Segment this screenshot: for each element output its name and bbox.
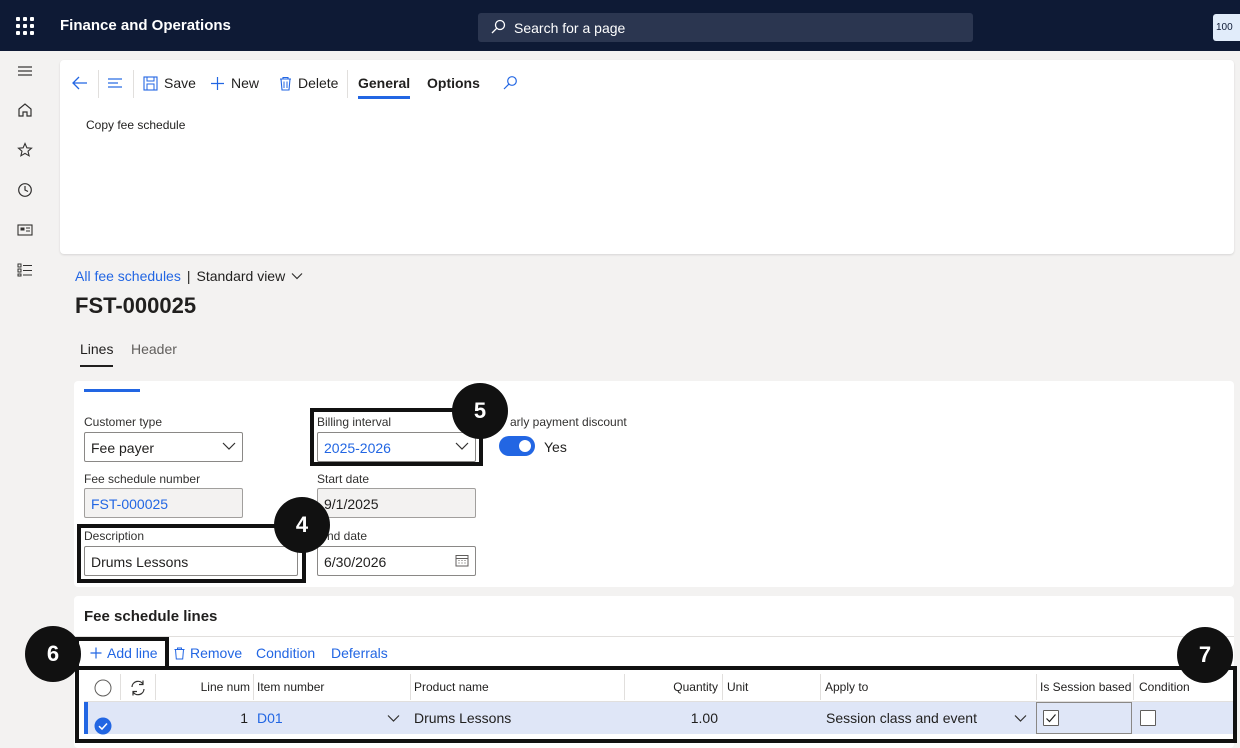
action-search-icon[interactable]: [502, 72, 518, 94]
modules-list-icon[interactable]: [14, 259, 36, 281]
app-launcher-icon[interactable]: [16, 17, 34, 35]
tab-options-label: Options: [427, 75, 480, 91]
page-title: FST-000025: [75, 293, 197, 318]
customer-type-select[interactable]: Fee payer: [84, 432, 243, 462]
toolbar-divider: [133, 70, 134, 98]
app-title: Finance and Operations: [60, 17, 231, 34]
condition-button[interactable]: Condition: [256, 645, 315, 661]
callout-badge-6: 6: [25, 626, 81, 682]
delete-button[interactable]: Delete: [279, 72, 338, 94]
user-badge[interactable]: 100: [1213, 14, 1240, 41]
toolbar-divider: [98, 70, 99, 98]
early-payment-discount-label: arly payment discount: [510, 415, 627, 429]
calendar-icon[interactable]: [455, 554, 469, 567]
chevron-down-icon: [222, 442, 236, 450]
chevron-down-icon[interactable]: [291, 272, 303, 280]
recent-clock-icon[interactable]: [14, 179, 36, 201]
save-icon: [143, 75, 158, 91]
home-icon[interactable]: [14, 99, 36, 121]
search-input[interactable]: [514, 18, 954, 38]
breadcrumb: All fee schedules | Standard view: [75, 268, 303, 284]
end-date-value: 6/30/2026: [324, 554, 387, 570]
callout-frame-lines-grid: [75, 666, 1237, 743]
search-box[interactable]: [478, 13, 973, 42]
end-date-label: nd date: [327, 529, 368, 543]
copy-fee-schedule-button[interactable]: Copy fee schedule: [86, 118, 185, 132]
new-label: New: [231, 75, 260, 91]
fee-schedule-number-label: Fee schedule number: [84, 472, 201, 486]
deferrals-button[interactable]: Deferrals: [331, 645, 388, 661]
lines-menu-icon[interactable]: [107, 72, 123, 94]
trash-icon: [174, 647, 185, 659]
tab-options[interactable]: Options: [427, 72, 480, 94]
view-selector[interactable]: Standard view: [196, 268, 285, 284]
divider: [74, 636, 1234, 637]
fee-schedule-number-value: FST-000025: [91, 496, 169, 512]
early-payment-discount-value: Yes: [544, 439, 567, 455]
section-title: Fee schedule lines: [84, 608, 218, 625]
tab-general-label: General: [358, 75, 411, 91]
workspaces-icon[interactable]: [14, 219, 36, 241]
end-date-field[interactable]: 6/30/2026: [317, 546, 476, 576]
early-payment-discount-toggle[interactable]: [499, 436, 535, 456]
callout-frame-description: [77, 524, 306, 583]
delete-label: Delete: [298, 75, 339, 91]
customer-type-label: Customer type: [84, 415, 163, 429]
tab-general[interactable]: General: [358, 72, 411, 99]
toolbar-divider: [347, 70, 348, 98]
start-date-label: Start date: [317, 472, 370, 486]
callout-badge-5: 5: [452, 383, 508, 439]
save-label: Save: [164, 75, 196, 91]
action-pane: Save New Delete General Options Copy fee…: [60, 60, 1234, 254]
favorites-star-icon[interactable]: [14, 139, 36, 161]
breadcrumb-separator: |: [186, 268, 191, 284]
start-date-field: 9/1/2025: [317, 488, 476, 518]
callout-badge-4: 4: [274, 497, 330, 553]
start-date-value: 9/1/2025: [324, 496, 379, 512]
section-accent: [84, 389, 140, 392]
callout-badge-7: 7: [1177, 627, 1233, 683]
new-button[interactable]: New: [210, 72, 259, 94]
save-button[interactable]: Save: [143, 72, 196, 94]
fee-schedule-number-field: FST-000025: [84, 488, 243, 518]
top-bar: Finance and Operations 100: [0, 0, 1240, 51]
customer-type-value: Fee payer: [91, 440, 155, 456]
remove-label: Remove: [190, 645, 243, 661]
remove-button[interactable]: Remove: [174, 645, 242, 661]
search-icon: [490, 19, 506, 38]
breadcrumb-link[interactable]: All fee schedules: [75, 268, 181, 284]
tab-lines[interactable]: Lines: [80, 341, 114, 367]
hamburger-icon[interactable]: [14, 60, 36, 82]
back-icon[interactable]: [72, 72, 88, 94]
trash-icon: [280, 76, 291, 91]
plus-icon: [211, 76, 224, 90]
tab-header[interactable]: Header: [131, 341, 177, 357]
